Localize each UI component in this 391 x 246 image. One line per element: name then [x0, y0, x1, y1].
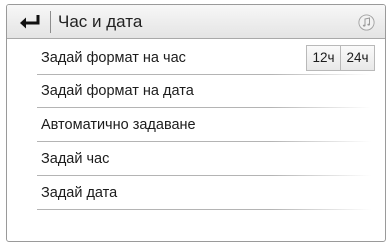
row-divider — [37, 141, 371, 142]
menu-item-set-time[interactable]: Задай час — [7, 143, 385, 176]
back-arrow-icon — [20, 15, 40, 29]
menu-item-set-date[interactable]: Задай дата — [7, 177, 385, 210]
time-format-12h-button[interactable]: 12ч — [306, 45, 341, 71]
menu-item-label: Задай формат на час — [41, 50, 186, 66]
page-title: Час и дата — [58, 12, 143, 31]
music-note-icon — [358, 14, 375, 31]
time-date-screen: Час и дата Задай формат на час 12ч 24ч З… — [6, 4, 386, 242]
menu-item-auto-set[interactable]: Автоматично задаване — [7, 109, 385, 142]
row-divider — [37, 107, 371, 108]
menu-item-label: Задай формат на дата — [41, 83, 194, 99]
row-divider — [37, 175, 371, 176]
row-divider — [37, 209, 371, 210]
menu-item-label: Задай час — [41, 151, 110, 167]
time-format-24h-button[interactable]: 24ч — [341, 45, 375, 71]
menu-item-label: Автоматично задаване — [41, 117, 196, 133]
menu-item-date-format[interactable]: Задай формат на дата — [7, 75, 385, 108]
back-button[interactable] — [13, 7, 47, 35]
header-divider — [50, 11, 51, 33]
menu-item-label: Задай дата — [41, 185, 118, 201]
menu-item-time-format[interactable]: Задай формат на час 12ч 24ч — [7, 42, 385, 75]
header-bar: Час и дата — [7, 5, 385, 39]
